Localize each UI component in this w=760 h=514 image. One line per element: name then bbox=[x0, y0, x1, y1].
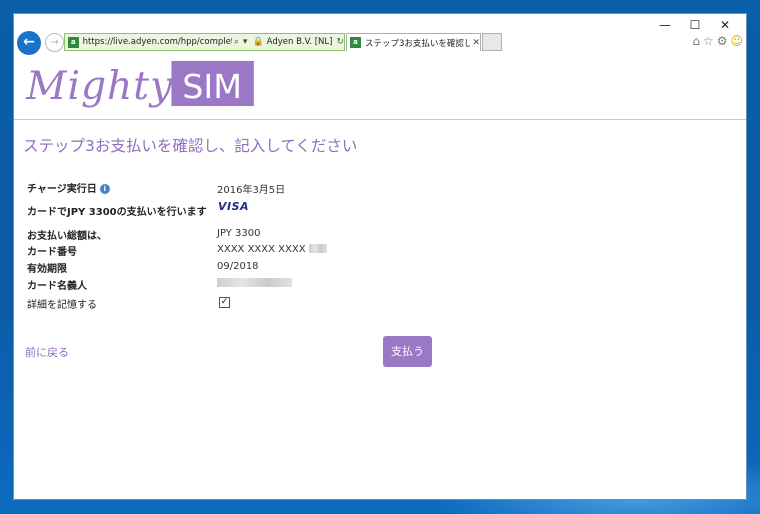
tab-title[interactable]: ステップ3お支払いを確認し、記... bbox=[365, 37, 470, 49]
pay-button[interactable]: 支払う bbox=[383, 336, 432, 367]
tab-active[interactable]: a ステップ3お支払いを確認し、記... ✕ bbox=[346, 33, 481, 51]
remember-details-label: 詳細を記憶する bbox=[27, 300, 97, 311]
back-icon[interactable]: ← bbox=[17, 31, 41, 55]
mightysim-logo: Mighty SIM bbox=[25, 60, 254, 109]
svg-text:SIM: SIM bbox=[182, 67, 242, 106]
site-header: Mighty SIM bbox=[14, 58, 746, 120]
visa-logo: VISA bbox=[218, 200, 250, 213]
total-amount-value: JPY 3300 bbox=[217, 228, 261, 239]
cardholder-value bbox=[217, 278, 292, 289]
home-icon[interactable]: ⌂ bbox=[692, 34, 700, 48]
card-number-label: カード番号 bbox=[27, 247, 77, 258]
url-text[interactable]: https://live.adyen.com/hpp/completeCard. bbox=[83, 37, 232, 47]
tab-favicon-icon: a bbox=[350, 37, 361, 48]
total-amount-label: お支払い総額は、 bbox=[27, 231, 107, 242]
smiley-icon[interactable]: ☺ bbox=[730, 34, 743, 48]
svg-text:Mighty: Mighty bbox=[25, 64, 173, 109]
maximize-button[interactable]: ☐ bbox=[680, 16, 710, 34]
charge-date-label: チャージ実行日 i bbox=[27, 180, 110, 195]
new-tab-button[interactable] bbox=[482, 33, 502, 51]
site-favicon-icon: a bbox=[68, 36, 79, 48]
back-link[interactable]: 前に戻る bbox=[25, 344, 69, 360]
lock-icon[interactable]: 🔒 bbox=[252, 37, 263, 47]
charge-date-value: 2016年3月5日 bbox=[217, 185, 286, 196]
window-controls: — ☐ ✕ bbox=[650, 16, 740, 34]
forward-icon[interactable]: → bbox=[45, 33, 64, 52]
browser-window: — ☐ ✕ ← → a https://live.adyen.com/hpp/c… bbox=[13, 13, 747, 500]
expiry-label: 有効期限 bbox=[27, 264, 67, 275]
browser-chrome: — ☐ ✕ ← → a https://live.adyen.com/hpp/c… bbox=[14, 14, 746, 58]
cardholder-label: カード名義人 bbox=[27, 281, 87, 292]
search-icon[interactable]: ⌕ bbox=[234, 37, 239, 47]
tab-close-icon[interactable]: ✕ bbox=[472, 38, 480, 48]
refresh-icon[interactable]: ↻ bbox=[336, 37, 344, 47]
redacted-name bbox=[217, 278, 292, 287]
info-icon[interactable]: i bbox=[99, 184, 110, 194]
page-title: ステップ3お支払いを確認し、記入してください bbox=[23, 137, 358, 155]
star-icon[interactable]: ☆ bbox=[703, 34, 714, 48]
address-bar[interactable]: a https://live.adyen.com/hpp/completeCar… bbox=[64, 33, 345, 51]
card-payment-label: カードでJPY 3300の支払いを行います bbox=[27, 207, 207, 218]
browser-toolbar: ⌂ ☆ ⚙ ☺ bbox=[692, 34, 743, 48]
gear-icon[interactable]: ⚙ bbox=[717, 34, 728, 48]
minimize-button[interactable]: — bbox=[650, 16, 680, 34]
remember-details-checkbox[interactable]: ✓ bbox=[219, 297, 230, 308]
redacted-digits bbox=[308, 244, 327, 253]
dropdown-icon[interactable]: ▾ bbox=[243, 37, 248, 47]
close-button[interactable]: ✕ bbox=[710, 16, 740, 34]
expiry-value: 09/2018 bbox=[217, 261, 259, 272]
card-number-value: XXXX XXXX XXXX bbox=[217, 244, 327, 255]
certificate-label[interactable]: Adyen B.V. [NL] bbox=[267, 37, 333, 47]
